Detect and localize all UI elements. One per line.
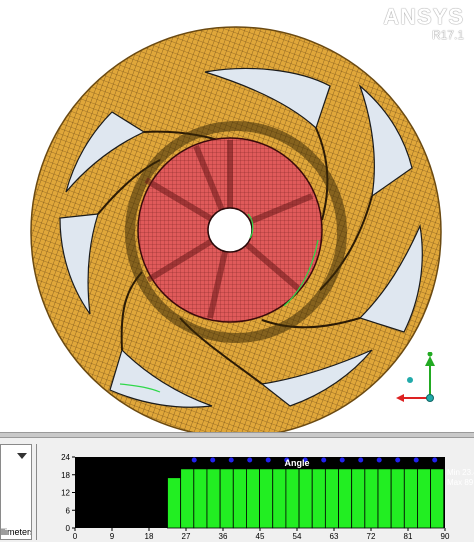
histogram-bar <box>324 468 339 529</box>
brand-name: ANSYS <box>383 4 464 29</box>
x-tick-label: 18 <box>145 532 154 540</box>
histogram-bar <box>180 468 195 529</box>
histogram-bar <box>311 468 326 529</box>
x-tick-label: 90 <box>441 532 450 540</box>
units-list[interactable]: illimeters <box>0 444 32 540</box>
shaft-bore <box>207 207 253 253</box>
y-tick-label: 0 <box>66 524 71 533</box>
histogram-bar <box>206 468 221 529</box>
graphics-viewport[interactable]: ANSYS R17.1 <box>0 0 474 432</box>
histogram-bar <box>298 468 313 529</box>
x-tick-label: 0 <box>73 532 78 540</box>
x-tick-label: 63 <box>330 532 339 540</box>
bin-marker-icon <box>395 457 401 463</box>
x-tick-label: 45 <box>256 532 265 540</box>
chart-title: Angle <box>284 458 309 468</box>
chevron-down-icon[interactable] <box>17 453 27 459</box>
bin-marker-icon <box>210 457 216 463</box>
histogram-bar <box>390 468 405 529</box>
x-tick-label: 81 <box>404 532 413 540</box>
histogram-bar <box>338 468 353 529</box>
histogram-bar <box>272 468 287 529</box>
x-tick-label: 54 <box>293 532 302 540</box>
histogram-bar <box>232 468 247 529</box>
bin-marker-icon <box>321 457 327 463</box>
coordinate-triad-icon[interactable] <box>394 352 464 408</box>
histogram-bar <box>417 468 432 529</box>
y-tick-label: 18 <box>61 471 70 480</box>
histogram-bar <box>351 468 366 529</box>
max-value-label: Max 89.46 <box>447 478 474 487</box>
bin-marker-icon <box>432 457 438 463</box>
histogram-bar <box>259 468 274 529</box>
histogram-bar <box>377 468 392 529</box>
histogram-bar <box>219 468 234 529</box>
histogram-bar <box>246 468 260 529</box>
angle-histogram[interactable]: 0 6 12 18 24 0 9 18 27 36 45 54 63 72 81 90 Angle Min 23.… <box>37 444 474 540</box>
y-tick-label: 24 <box>61 453 70 462</box>
histogram-frame: 0 6 12 18 24 0 9 18 27 36 45 54 63 72 81 90 Angle Min 23.… <box>36 444 474 540</box>
bin-marker-icon <box>191 457 197 463</box>
bin-marker-icon <box>376 457 382 463</box>
units-label: illimeters <box>0 527 32 537</box>
ansys-logo: ANSYS R17.1 <box>383 4 464 43</box>
histogram-bar <box>285 468 300 529</box>
histogram-bar <box>167 477 182 529</box>
bin-marker-icon <box>247 457 253 463</box>
brand-version: R17.1 <box>431 28 464 42</box>
histogram-bar <box>364 468 379 529</box>
histogram-bar <box>403 468 418 529</box>
bin-marker-icon <box>265 457 271 463</box>
y-tick-label: 12 <box>61 489 70 498</box>
bin-marker-icon <box>413 457 419 463</box>
x-tick-label: 72 <box>367 532 376 540</box>
x-tick-label: 27 <box>182 532 191 540</box>
min-value-label: Min 23.49 <box>447 468 474 477</box>
bin-marker-icon <box>228 457 234 463</box>
bin-marker-icon <box>339 457 345 463</box>
histogram-bar <box>193 468 208 529</box>
y-tick-label: 6 <box>66 506 71 515</box>
mesh-metrics-panel: illimeters 0 6 12 18 24 0 9 18 27 36 45 54 63 72 81 90 A… <box>0 438 474 542</box>
x-tick-label: 9 <box>110 532 115 540</box>
histogram-bar <box>430 468 445 529</box>
bin-marker-icon <box>358 457 364 463</box>
x-tick-label: 36 <box>219 532 228 540</box>
